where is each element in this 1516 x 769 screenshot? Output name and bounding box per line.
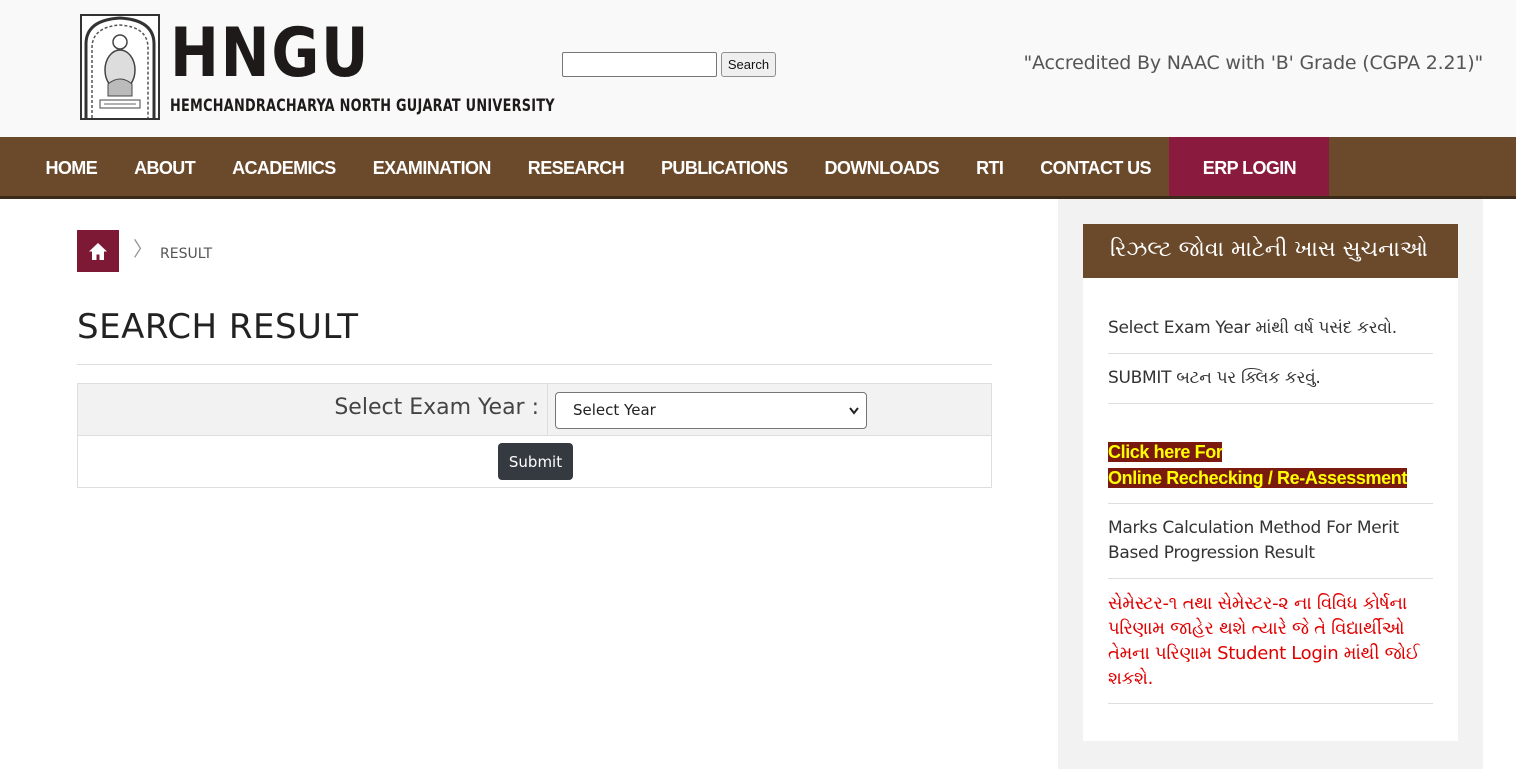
result-search-form: Select Exam Year : Select Year Submit (77, 383, 992, 488)
list-item: SUBMIT બટન પર ક્લિક કરવું. (1108, 354, 1433, 404)
nav-item-publications[interactable]: PUBLICATIONS (643, 137, 806, 196)
chevron-down-icon (848, 393, 860, 443)
nav-item-downloads[interactable]: DOWNLOADS (806, 137, 958, 196)
university-seal-icon (80, 14, 160, 120)
instructions-list: Select Exam Year માંથી વર્ષ પસંદ કરવો. S… (1108, 306, 1433, 704)
exam-year-label: Select Exam Year : (78, 384, 548, 436)
main-navigation: HOME ABOUT ACADEMICS EXAMINATION RESEARC… (0, 137, 1516, 199)
breadcrumb-home-button[interactable] (77, 230, 119, 272)
exam-year-select[interactable]: Select Year (555, 392, 867, 429)
breadcrumb-current: RESULT (160, 246, 213, 262)
semester-result-notice: સેમેસ્ટર-૧ તથા સેમેસ્ટર-૨ ના વિવિધ કોર્ષ… (1108, 579, 1433, 704)
exam-year-selected-value: Select Year (573, 401, 656, 419)
page-title: SEARCH RESULT (77, 307, 359, 347)
university-logo[interactable]: HNGU HEMCHANDRACHARYA NORTH GUJARAT UNIV… (80, 14, 562, 122)
title-divider (77, 364, 992, 365)
nav-list: HOME ABOUT ACADEMICS EXAMINATION RESEARC… (27, 137, 1330, 196)
exam-year-row: Select Exam Year : Select Year (78, 384, 991, 436)
erp-login-button[interactable]: ERP LOGIN (1169, 137, 1330, 196)
rechecking-link-line1[interactable]: Click here For (1108, 442, 1223, 462)
submit-button[interactable]: Submit (498, 443, 573, 480)
nav-item-examination[interactable]: EXAMINATION (354, 137, 509, 196)
rechecking-link-item: Click here For Online Rechecking / Re-As… (1108, 404, 1433, 504)
logo-subtitle: HEMCHANDRACHARYA NORTH GUJARAT UNIVERSIT… (170, 96, 555, 116)
breadcrumb-separator: 〉 (133, 239, 153, 261)
marks-calculation-link[interactable]: Marks Calculation Method For Merit Based… (1108, 504, 1433, 579)
search-button[interactable]: Search (721, 52, 776, 77)
site-header: HNGU HEMCHANDRACHARYA NORTH GUJARAT UNIV… (0, 0, 1516, 137)
nav-item-academics[interactable]: ACADEMICS (214, 137, 355, 196)
nav-item-research[interactable]: RESEARCH (509, 137, 642, 196)
nav-item-home[interactable]: HOME (27, 137, 116, 196)
nav-item-rti[interactable]: RTI (958, 137, 1022, 196)
list-item: Select Exam Year માંથી વર્ષ પસંદ કરવો. (1108, 306, 1433, 354)
instructions-card: રિઝલ્ટ જોવા માટેની ખાસ સુચનાઓ Select Exa… (1083, 224, 1458, 741)
home-icon (89, 242, 107, 260)
logo-title: HNGU (170, 14, 371, 93)
accreditation-text: "Accredited By NAAC with 'B' Grade (CGPA… (1023, 52, 1483, 74)
instructions-heading: રિઝલ્ટ જોવા માટેની ખાસ સુચનાઓ (1083, 224, 1458, 278)
search-input[interactable] (562, 52, 717, 77)
rechecking-link-line2[interactable]: Online Rechecking / Re-Assessment (1108, 468, 1407, 488)
nav-item-about[interactable]: ABOUT (116, 137, 214, 196)
nav-item-contact-us[interactable]: CONTACT US (1022, 137, 1170, 196)
